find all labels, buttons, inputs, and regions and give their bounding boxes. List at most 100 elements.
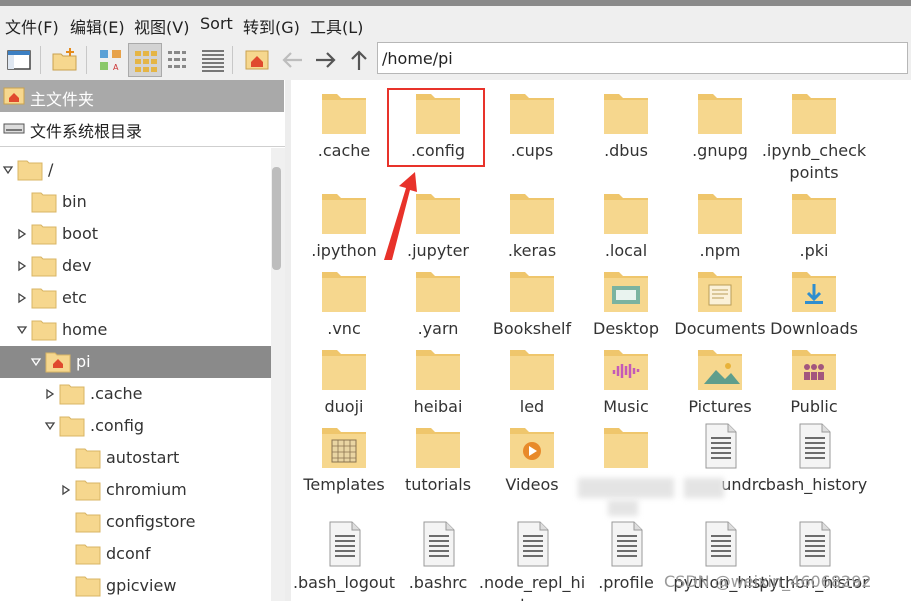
file-item-dot-gnupg[interactable]: .gnupg bbox=[673, 88, 767, 164]
tree-item-autostart[interactable]: autostart bbox=[0, 442, 271, 474]
tree-item-gpicview[interactable]: gpicview bbox=[0, 570, 271, 601]
file-item-public[interactable]: Public bbox=[767, 344, 861, 420]
file-item-dot-ipynbcheckpoints[interactable]: .ipynb_checkpoints bbox=[762, 88, 866, 182]
file-name: Public bbox=[790, 397, 838, 416]
folder-icon bbox=[510, 272, 554, 312]
new-folder-button[interactable] bbox=[48, 43, 82, 77]
folder-icon bbox=[322, 350, 366, 390]
folder-icon bbox=[604, 428, 648, 468]
redaction-blur bbox=[608, 500, 638, 516]
folder-downloads-icon bbox=[792, 272, 836, 312]
list-view-icon bbox=[202, 50, 224, 72]
tree-item-bin[interactable]: bin bbox=[0, 186, 271, 218]
file-item-videos[interactable]: Videos bbox=[485, 422, 579, 498]
file-item-desktop[interactable]: Desktop bbox=[579, 266, 673, 342]
tree-scrollbar-thumb[interactable] bbox=[272, 167, 281, 270]
tree-item-etc[interactable]: etc bbox=[0, 282, 271, 314]
file-item-documents[interactable]: Documents bbox=[673, 266, 767, 342]
menu-view[interactable]: 视图(V) bbox=[134, 14, 189, 38]
tree-item-label: gpicview bbox=[106, 576, 177, 595]
expanded-arrow-icon[interactable] bbox=[44, 420, 56, 432]
expanded-arrow-icon[interactable] bbox=[30, 356, 42, 368]
file-item-dot-cache[interactable]: .cache bbox=[297, 88, 391, 164]
collapsed-arrow-icon[interactable] bbox=[44, 388, 56, 400]
toolbar-separator bbox=[232, 46, 233, 74]
menu-go[interactable]: 转到(G) bbox=[243, 14, 300, 38]
list-view-button[interactable] bbox=[196, 43, 230, 77]
back-button[interactable] bbox=[276, 43, 310, 77]
menu-sort[interactable]: Sort bbox=[200, 14, 233, 33]
tree-item-cache[interactable]: .cache bbox=[0, 378, 271, 410]
file-item-dot-npm[interactable]: .npm bbox=[673, 188, 767, 264]
tree-item-chromium[interactable]: chromium bbox=[0, 474, 271, 506]
file-item-bookshelf[interactable]: Bookshelf bbox=[485, 266, 579, 342]
tree-item-config[interactable]: .config bbox=[0, 410, 271, 442]
tree-item-configstore[interactable]: configstore bbox=[0, 506, 271, 538]
new-window-button[interactable] bbox=[2, 43, 36, 77]
file-item-dot-nodereplhistory[interactable]: .node_repl_history bbox=[479, 520, 585, 601]
folder-icon bbox=[322, 94, 366, 134]
home-button[interactable] bbox=[240, 43, 274, 77]
tree-item-boot[interactable]: boot bbox=[0, 218, 271, 250]
menu-bar: 文件(F) 编辑(E) 视图(V) Sort 转到(G) 工具(L) bbox=[0, 6, 911, 42]
folder-icon bbox=[31, 256, 57, 277]
file-item-dot-dbus[interactable]: .dbus bbox=[579, 88, 673, 164]
text-file-icon bbox=[517, 521, 549, 567]
tree-item-home[interactable]: home bbox=[0, 314, 271, 346]
collapsed-arrow-icon[interactable] bbox=[60, 484, 72, 496]
up-button[interactable] bbox=[342, 43, 376, 77]
file-item-dot-yarn[interactable]: .yarn bbox=[391, 266, 485, 342]
file-item-heibai[interactable]: heibai bbox=[391, 344, 485, 420]
forward-button[interactable] bbox=[308, 43, 342, 77]
collapsed-arrow-icon[interactable] bbox=[16, 260, 28, 272]
collapsed-arrow-icon[interactable] bbox=[16, 292, 28, 304]
folder-icon bbox=[75, 480, 101, 501]
menu-edit[interactable]: 编辑(E) bbox=[70, 14, 125, 38]
file-item-dot-bashhistory[interactable]: .bash_history bbox=[761, 422, 867, 498]
file-item-dot-profile[interactable]: .profile bbox=[579, 520, 673, 596]
tree-item-pi[interactable]: pi bbox=[0, 346, 271, 378]
file-item-dot-bashrc[interactable]: .bashrc bbox=[391, 520, 485, 596]
folder-icon bbox=[75, 512, 101, 533]
file-item-dot-cups[interactable]: .cups bbox=[485, 88, 579, 164]
tree-item-label: autostart bbox=[106, 448, 180, 467]
file-item-dot-keras[interactable]: .keras bbox=[485, 188, 579, 264]
menu-tools[interactable]: 工具(L) bbox=[310, 14, 363, 38]
tree-item-label: dev bbox=[62, 256, 92, 275]
expanded-arrow-icon[interactable] bbox=[16, 324, 28, 336]
folder-desktop-icon bbox=[604, 272, 648, 312]
folder-icon bbox=[322, 194, 366, 234]
file-item-dot-bashlogout[interactable]: .bash_logout bbox=[293, 520, 395, 596]
file-item-pictures[interactable]: Pictures bbox=[673, 344, 767, 420]
toolbar-separator bbox=[86, 46, 87, 74]
file-name: .pki bbox=[799, 241, 829, 260]
tree-item-dev[interactable]: dev bbox=[0, 250, 271, 282]
file-item-dot-ipython[interactable]: .ipython bbox=[297, 188, 391, 264]
file-item-duoji[interactable]: duoji bbox=[297, 344, 391, 420]
compact-view-icon bbox=[168, 51, 186, 68]
file-item-downloads[interactable]: Downloads bbox=[767, 266, 861, 342]
icon-view-button[interactable]: A bbox=[94, 43, 128, 77]
file-item-dot-local[interactable]: .local bbox=[579, 188, 673, 264]
location-input[interactable] bbox=[377, 42, 908, 74]
tree-item-root[interactable]: / bbox=[0, 154, 271, 186]
menu-file[interactable]: 文件(F) bbox=[5, 14, 59, 38]
folder-icon bbox=[416, 428, 460, 468]
file-item-dot-pki[interactable]: .pki bbox=[767, 188, 861, 264]
file-item-music[interactable]: Music bbox=[579, 344, 673, 420]
new-folder-icon bbox=[52, 48, 77, 71]
compact-view-button[interactable] bbox=[162, 43, 196, 77]
file-item-led[interactable]: led bbox=[485, 344, 579, 420]
folder-icon bbox=[75, 544, 101, 565]
place-filesystem-root[interactable]: 文件系统根目录 bbox=[0, 112, 284, 144]
collapsed-arrow-icon[interactable] bbox=[16, 228, 28, 240]
tree-item-dconf[interactable]: dconf bbox=[0, 538, 271, 570]
file-item-tutorials[interactable]: tutorials bbox=[391, 422, 485, 498]
thumbnail-view-button[interactable] bbox=[128, 43, 162, 77]
file-item-dot-vnc[interactable]: .vnc bbox=[297, 266, 391, 342]
tree-item-label: pi bbox=[76, 352, 91, 371]
expanded-arrow-icon[interactable] bbox=[2, 164, 14, 176]
text-file-icon bbox=[423, 521, 455, 567]
file-item-templates[interactable]: Templates bbox=[297, 422, 391, 498]
place-home-folder[interactable]: 主文件夹 bbox=[0, 80, 284, 112]
